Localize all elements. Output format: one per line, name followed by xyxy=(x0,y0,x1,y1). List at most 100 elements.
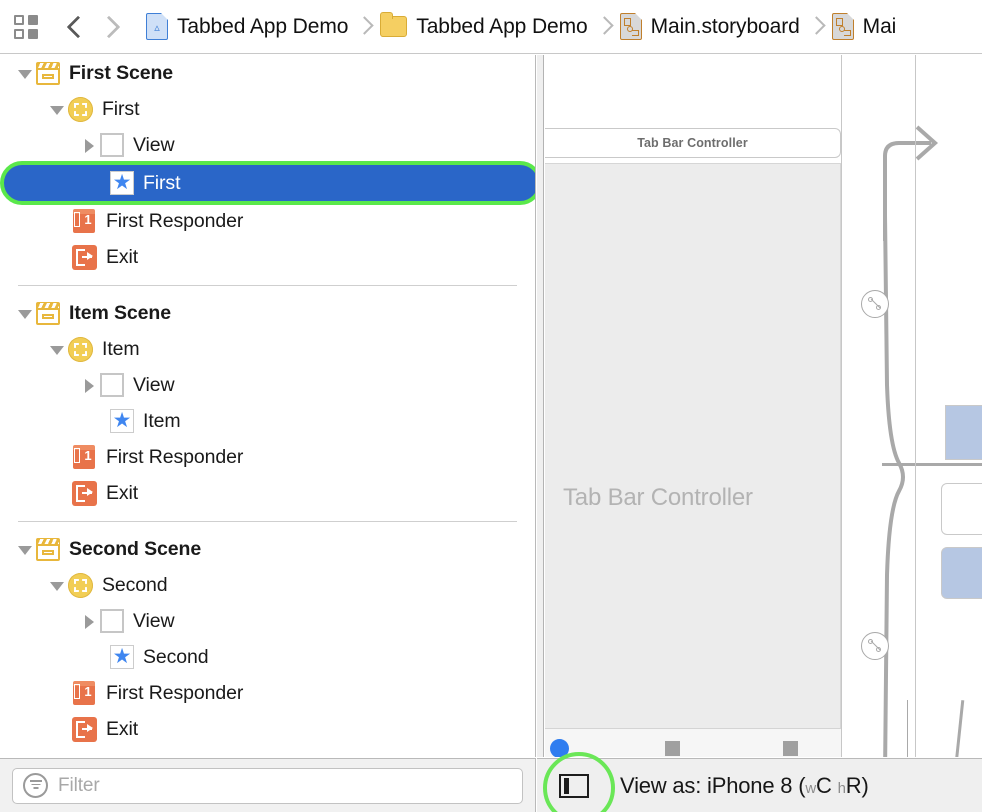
back-chevron-icon[interactable] xyxy=(58,10,92,44)
breadcrumb-label: Tabbed App Demo xyxy=(177,14,349,38)
outline-row-item-scene[interactable]: Item Scene xyxy=(0,295,535,331)
first-responder-icon: 1 xyxy=(72,680,97,706)
view-as-toggle-icon[interactable] xyxy=(559,773,589,798)
view-as-height-class: R xyxy=(845,772,862,798)
segue-horizontal-line xyxy=(882,463,982,466)
view-as-label[interactable]: View as: iPhone 8 (wC hR) xyxy=(620,773,869,799)
right-scene-element[interactable] xyxy=(945,405,982,460)
segue-connector-icon[interactable] xyxy=(861,632,889,660)
outline-filter-bar: Filter xyxy=(0,758,536,812)
view-icon xyxy=(100,609,124,633)
outline-row-second-view[interactable]: View xyxy=(0,603,535,639)
outline-row-first-exit[interactable]: Exit xyxy=(0,239,535,275)
outline-row-item-view[interactable]: View xyxy=(0,367,535,403)
storyboard-canvas[interactable]: Tab Bar Controller Tab Bar Controller xyxy=(537,55,982,757)
disclosure-triangle-icon[interactable] xyxy=(46,98,68,120)
scene-title-label: Tab Bar Controller xyxy=(637,136,748,150)
selected-tab-dot-icon[interactable] xyxy=(550,739,569,757)
disclosure-triangle-icon[interactable] xyxy=(14,538,36,560)
scene-title-bar[interactable]: Tab Bar Controller xyxy=(545,128,841,158)
exit-icon xyxy=(72,480,97,506)
breadcrumb-label: Tabbed App Demo xyxy=(416,14,588,38)
outline-row-second-exit[interactable]: Exit xyxy=(0,711,535,747)
view-as-prefix: View as: iPhone 8 ( xyxy=(620,772,806,798)
outline-row-item-responder[interactable]: 1 First Responder xyxy=(0,439,535,475)
scene-right-edge xyxy=(841,55,842,757)
breadcrumb-item-storyboard[interactable]: Main.storyboard xyxy=(619,7,800,47)
outline-row-label: Exit xyxy=(106,481,139,504)
outline-row-second-tabitem[interactable]: ★ Second xyxy=(0,639,535,675)
outline-row-label: Exit xyxy=(106,245,139,268)
scene-placeholder-label: Tab Bar Controller xyxy=(563,484,753,511)
view-icon xyxy=(100,373,124,397)
breadcrumb-separator xyxy=(806,12,826,42)
tab-bar-item-icon: ★ xyxy=(110,409,134,433)
view-as-suffix: ) xyxy=(861,772,869,798)
forward-chevron-icon[interactable] xyxy=(92,10,126,44)
scene-icon xyxy=(36,537,60,561)
search-input-placeholder: Filter xyxy=(58,774,100,796)
outline-row-label: First xyxy=(143,171,181,194)
outline-row-first-tabitem-selected[interactable]: ★ First xyxy=(0,161,535,205)
disclosure-triangle-icon[interactable] xyxy=(46,574,68,596)
outline-row-label: View xyxy=(133,609,175,632)
disclosure-triangle-icon[interactable] xyxy=(14,302,36,324)
view-as-width-class: C xyxy=(816,772,832,798)
outline-row-label: First Responder xyxy=(106,445,244,468)
disclosure-triangle-icon[interactable] xyxy=(78,374,100,396)
outline-row-label: First Responder xyxy=(106,681,244,704)
outline-row-label: View xyxy=(133,133,175,156)
outline-row-item-exit[interactable]: Exit xyxy=(0,475,535,511)
search-input[interactable]: Filter xyxy=(12,767,523,804)
right-scene-edge xyxy=(907,700,908,757)
view-as-width-sub: w xyxy=(805,779,816,797)
breadcrumb-item-group[interactable]: Tabbed App Demo xyxy=(380,7,588,47)
segue-connector-icon[interactable] xyxy=(861,290,889,318)
outline-row-first-scene[interactable]: First Scene xyxy=(0,55,535,91)
tab-bar-item-icon: ★ xyxy=(110,171,134,195)
storyboard-icon xyxy=(619,13,642,40)
right-scene-element[interactable] xyxy=(941,547,982,599)
disclosure-triangle-icon[interactable] xyxy=(78,610,100,632)
right-scene-left-edge xyxy=(915,55,916,757)
first-responder-icon: 1 xyxy=(72,444,97,470)
view-controller-icon xyxy=(68,336,93,362)
outline-row-second-vc[interactable]: Second xyxy=(0,567,535,603)
outline-row-label: First Scene xyxy=(69,61,174,84)
outline-row-label: Second xyxy=(102,573,168,596)
tab-square-icon[interactable] xyxy=(783,741,798,756)
view-icon xyxy=(100,133,124,157)
disclosure-triangle-icon[interactable] xyxy=(14,62,36,84)
breadcrumb-item-scene[interactable]: Mai xyxy=(831,7,896,47)
grid-icon[interactable] xyxy=(14,14,40,40)
jump-bar: ▵ Tabbed App Demo Tabbed App Demo Main.s… xyxy=(0,0,982,54)
tab-bar-controller-scene[interactable]: Tab Bar Controller xyxy=(545,163,841,757)
outline-row-item-vc[interactable]: Item xyxy=(0,331,535,367)
outline-row-first-vc[interactable]: First xyxy=(0,91,535,127)
outline-row-first-responder[interactable]: 1 First Responder xyxy=(0,203,535,239)
right-scene-element[interactable] xyxy=(941,483,982,535)
tab-square-icon[interactable] xyxy=(665,741,680,756)
xcode-project-icon: ▵ xyxy=(146,13,168,40)
xcode-storyboard-window: ▵ Tabbed App Demo Tabbed App Demo Main.s… xyxy=(0,0,982,812)
tab-bar-item-icon: ★ xyxy=(110,645,134,669)
outline-row-label: Second xyxy=(143,645,209,668)
outline-row-label: Item xyxy=(102,337,140,360)
outline-row-first-view[interactable]: View xyxy=(0,127,535,163)
breadcrumb-item-project[interactable]: ▵ Tabbed App Demo xyxy=(146,7,348,47)
view-controller-icon xyxy=(68,572,93,598)
outline-row-label: Item xyxy=(143,409,181,432)
tab-bar[interactable] xyxy=(545,728,841,757)
breadcrumb-label: Main.storyboard xyxy=(650,14,800,38)
disclosure-triangle-icon[interactable] xyxy=(78,134,100,156)
exit-icon xyxy=(72,244,97,270)
document-outline[interactable]: First Scene First View ★ First 1 First R… xyxy=(0,55,536,757)
outline-row-second-responder[interactable]: 1 First Responder xyxy=(0,675,535,711)
outline-divider xyxy=(18,285,517,286)
outline-row-item-tabitem[interactable]: ★ Item xyxy=(0,403,535,439)
disclosure-triangle-icon[interactable] xyxy=(46,338,68,360)
outline-divider xyxy=(18,521,517,522)
folder-icon xyxy=(380,12,408,37)
breadcrumb-separator xyxy=(354,12,374,42)
outline-row-second-scene[interactable]: Second Scene xyxy=(0,531,535,567)
